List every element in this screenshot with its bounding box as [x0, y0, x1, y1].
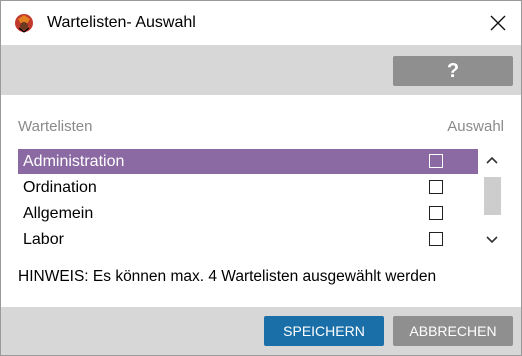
- column-header-wartelisten: Wartelisten: [18, 118, 93, 135]
- list-item-label: Labor: [23, 231, 64, 248]
- window-title: Wartelisten- Auswahl: [47, 14, 196, 31]
- list-item-ordination[interactable]: Ordination: [18, 175, 478, 200]
- cancel-button[interactable]: ABBRECHEN: [393, 316, 513, 346]
- list-item-label: Ordination: [23, 179, 97, 196]
- toolbar: ?: [1, 45, 521, 95]
- select-checkbox[interactable]: [429, 232, 443, 246]
- vertical-scrollbar[interactable]: [479, 149, 505, 251]
- scroll-down-button[interactable]: [479, 229, 505, 251]
- list-item-administration[interactable]: Administration: [18, 149, 478, 174]
- select-checkbox[interactable]: [429, 154, 443, 168]
- list-item-label: Allgemein: [23, 205, 94, 222]
- list-item-label: Administration: [23, 153, 125, 170]
- chevron-up-icon: [486, 156, 498, 164]
- help-button[interactable]: ?: [393, 56, 513, 86]
- hint-text: HINWEIS: Es können max. 4 Wartelisten au…: [18, 268, 437, 285]
- footer-bar: SPEICHERN ABBRECHEN: [1, 307, 521, 355]
- scroll-thumb[interactable]: [484, 177, 501, 215]
- list-item-allgemein[interactable]: Allgemein: [18, 201, 478, 226]
- title-bar: Wartelisten- Auswahl: [1, 1, 521, 45]
- chevron-down-icon: [486, 236, 498, 244]
- save-button[interactable]: SPEICHERN: [264, 316, 384, 346]
- column-header-auswahl: Auswahl: [447, 118, 504, 135]
- list-item-labor[interactable]: Labor: [18, 227, 478, 252]
- close-button[interactable]: [475, 1, 521, 45]
- dialog-window: Wartelisten- Auswahl ? Wartelisten Auswa…: [0, 0, 522, 356]
- select-checkbox[interactable]: [429, 206, 443, 220]
- scroll-up-button[interactable]: [479, 149, 505, 171]
- select-checkbox[interactable]: [429, 180, 443, 194]
- app-logo-icon: [15, 14, 33, 33]
- close-icon: [490, 15, 506, 31]
- waiting-list-table: Administration Ordination Allgemein Labo…: [18, 149, 505, 251]
